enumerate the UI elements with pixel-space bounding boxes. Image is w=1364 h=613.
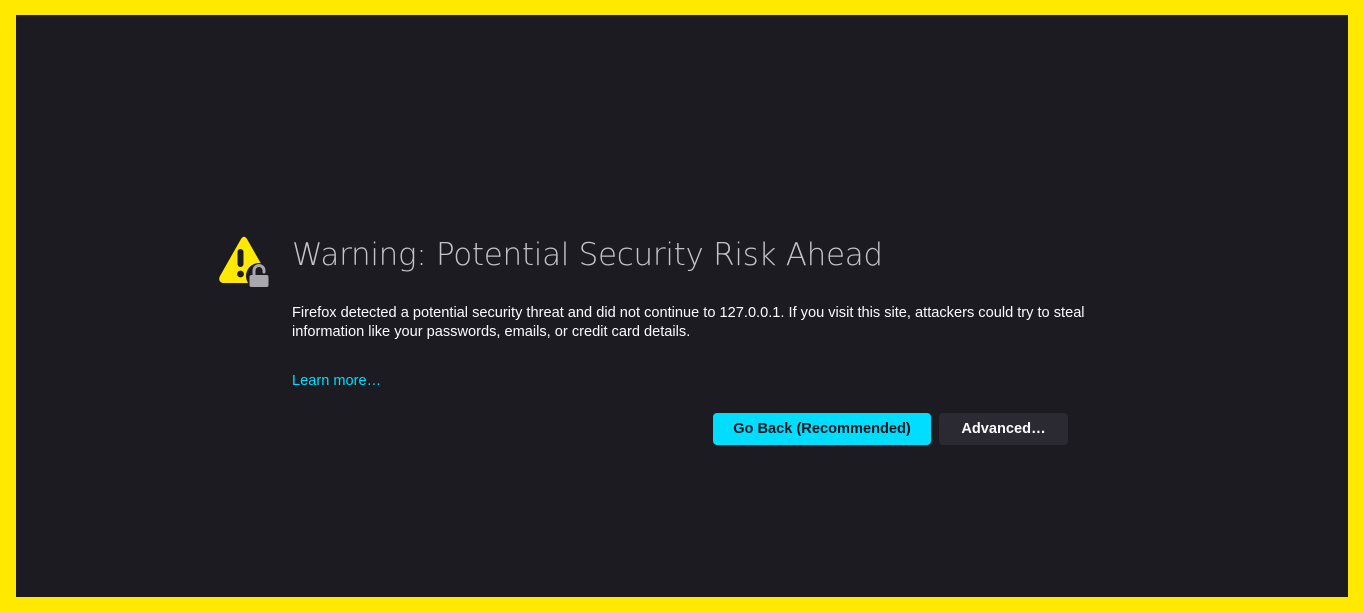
error-page: Warning: Potential Security Risk Ahead F…	[16, 15, 1348, 597]
go-back-button[interactable]: Go Back (Recommended)	[713, 413, 931, 445]
warning-lock-icon	[219, 236, 272, 288]
learn-more-link[interactable]: Learn more…	[292, 373, 381, 389]
page-title: Warning: Potential Security Risk Ahead	[292, 237, 883, 273]
advanced-button[interactable]: Advanced…	[939, 413, 1068, 445]
warning-description: Firefox detected a potential security th…	[292, 305, 1085, 340]
